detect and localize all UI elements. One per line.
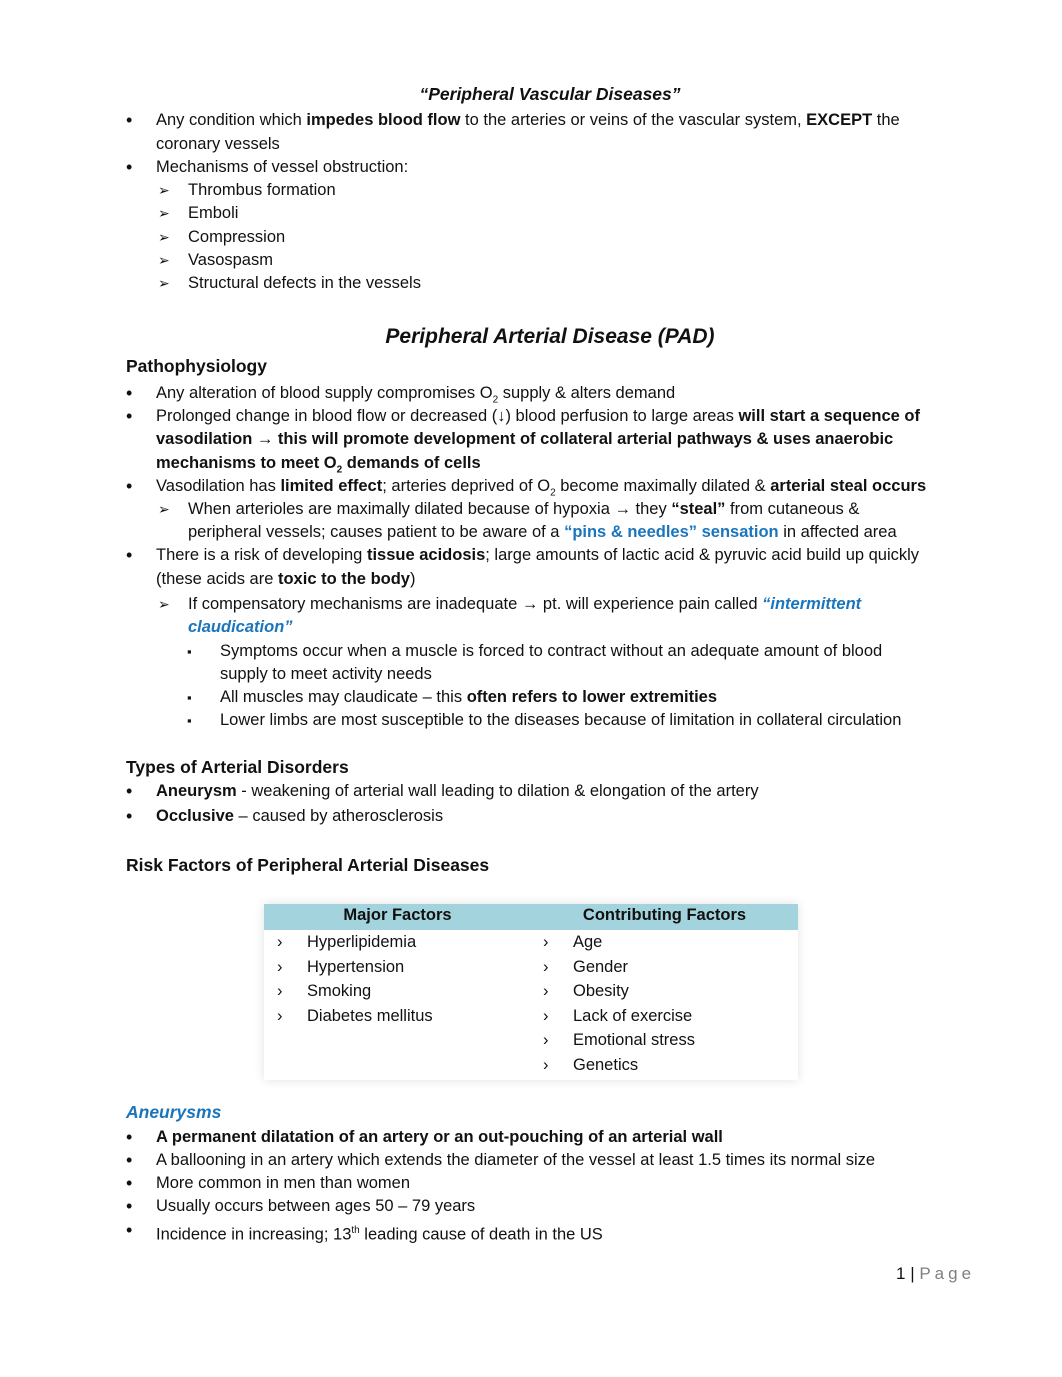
mechanism-item: Vasospasm [158, 249, 273, 272]
chevron-icon: › [543, 957, 549, 976]
major-factor-item: › Hypertension [277, 955, 433, 980]
intro-bullet-1: Any condition which impedes blood flow t… [126, 109, 900, 132]
chevron-icon: › [277, 957, 283, 976]
major-factors-column: › Hyperlipidemia › Hypertension › Smoking ›… [277, 930, 433, 1028]
aneurysm-bullet: A permanent dilatation of an artery or a… [126, 1126, 723, 1149]
mechanism-item: Emboli [158, 202, 239, 225]
page-footer: 1 | Page [896, 1264, 976, 1283]
table-header: Major Factors Contributing Factors [264, 904, 798, 930]
chevron-icon: › [543, 933, 549, 951]
type-occlusive: Occlusive – caused by atherosclerosis [126, 805, 443, 828]
patho-subbullet-cont: claudication” [188, 618, 293, 636]
intro-bullet-1-cont: coronary vessels [156, 135, 280, 153]
major-factor-item: › Diabetes mellitus [277, 1004, 433, 1029]
claudication-item: Lower limbs are most susceptible to the … [187, 709, 901, 732]
mechanism-item: Structural defects in the vessels [158, 272, 421, 295]
patho-subbullet-cont: peripheral vessels; causes patient to be… [188, 523, 897, 541]
contributing-factor-item: › Gender [543, 955, 695, 980]
contributing-factor-item: › Emotional stress [543, 1028, 695, 1053]
aneurysm-bullet: More common in men than women [126, 1172, 410, 1195]
header-contributing: Contributing Factors [582, 906, 747, 924]
header-major: Major Factors [343, 906, 452, 924]
intro-bullet-2: Mechanisms of vessel obstruction: [126, 156, 408, 179]
claudication-item-cont: supply to meet activity needs [220, 665, 432, 683]
chevron-icon: › [543, 1031, 549, 1049]
patho-bullet-4: There is a risk of developing tissue aci… [126, 544, 919, 567]
types-heading: Types of Arterial Disorders [126, 757, 349, 777]
patho-subbullet: When arterioles are maximally dilated be… [158, 498, 859, 521]
mechanism-item: Thrombus formation [158, 179, 336, 202]
risk-factors-table: Major Factors Contributing Factors › Hype… [264, 904, 798, 1080]
patho-bullet-2-cont: vasodilation → this will promote develop… [156, 430, 894, 448]
aneurysm-bullet: Usually occurs between ages 50 – 79 year… [126, 1195, 475, 1218]
chevron-icon: › [277, 1006, 283, 1025]
contributing-factor-item: › Lack of exercise [543, 1004, 695, 1029]
chevron-icon: › [543, 1055, 549, 1074]
pathophysiology-heading: Pathophysiology [126, 356, 267, 376]
contributing-factor-item: › Genetics [543, 1053, 695, 1078]
contributing-factor-item: › Age [543, 930, 695, 955]
chevron-icon: › [277, 982, 283, 1000]
claudication-item: Symptoms occur when a muscle is forced t… [187, 640, 882, 663]
chevron-icon: › [543, 1006, 549, 1025]
chevron-icon: › [277, 933, 283, 951]
patho-bullet-4-cont: (these acids are toxic to the body) [156, 570, 416, 588]
document-title: “Peripheral Vascular Diseases” [419, 84, 681, 104]
claudication-item: All muscles may claudicate – this often … [187, 686, 717, 709]
contributing-factors-column: › Age › Gender › Obesity › Lack of exercise … [543, 930, 695, 1077]
major-factor-item: › Smoking [277, 979, 433, 1004]
aneurysm-bullet: Incidence in increasing; 13th leading ca… [126, 1219, 603, 1247]
page-label: Page [919, 1264, 976, 1283]
patho-bullet-2: Prolonged change in blood flow or decrea… [126, 405, 920, 428]
chevron-icon: › [543, 982, 549, 1000]
type-aneurysm: Aneurysm - weakening of arterial wall le… [126, 780, 759, 803]
mechanism-item: Compression [158, 226, 285, 249]
document-page: “Peripheral Vascular Diseases” Any condi… [0, 0, 1062, 1377]
pad-title: Peripheral Arterial Disease (PAD) [385, 325, 715, 348]
patho-subbullet: If compensatory mechanisms are inadequat… [158, 593, 861, 616]
aneurysm-bullet: A ballooning in an artery which extends … [126, 1149, 875, 1172]
aneurysms-heading: Aneurysms [126, 1102, 222, 1122]
contributing-factor-item: › Obesity [543, 979, 695, 1004]
major-factor-item: › Hyperlipidemia [277, 930, 433, 955]
risk-factors-heading: Risk Factors of Peripheral Arterial Dise… [126, 855, 490, 875]
